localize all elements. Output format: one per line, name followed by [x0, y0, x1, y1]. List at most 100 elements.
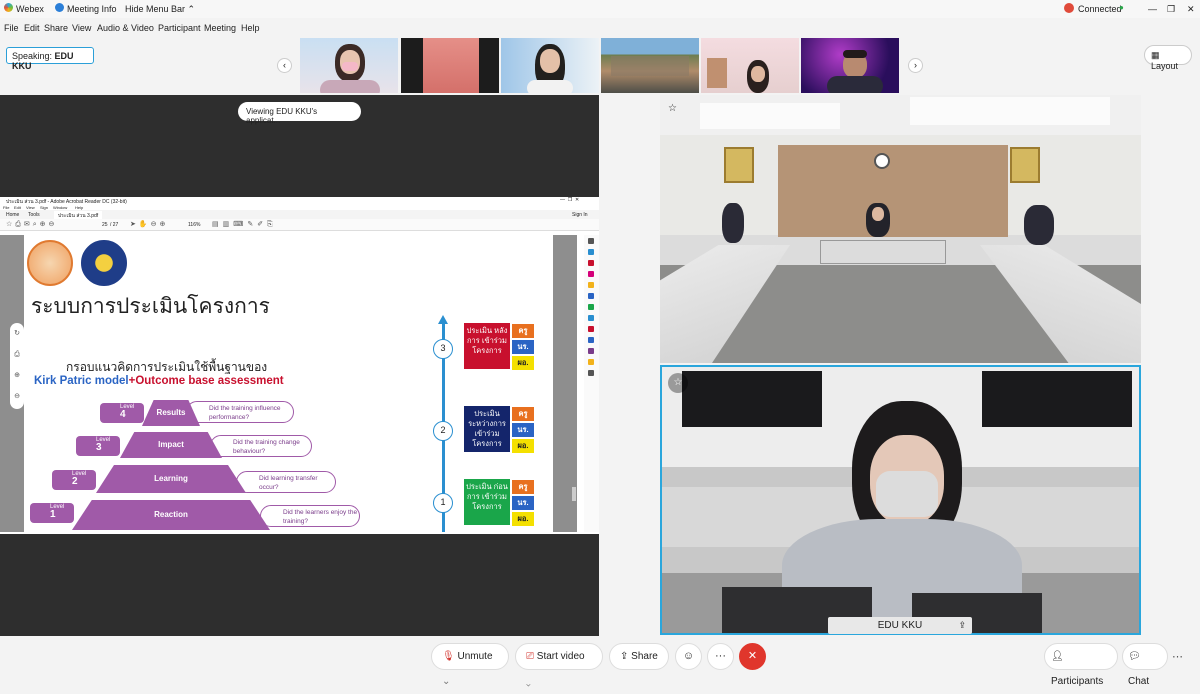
- level-2-badge: Level 2: [52, 470, 96, 490]
- thumbnails-next-button[interactable]: ›: [908, 58, 923, 73]
- minimize-button[interactable]: —: [1148, 4, 1157, 14]
- restore-button[interactable]: ❐: [1167, 4, 1175, 15]
- model-name-red: Outcome base assessment: [135, 375, 284, 387]
- tag-director: ผอ.: [512, 512, 534, 526]
- layout-label: Layout: [1151, 61, 1179, 71]
- video-tile-active-speaker[interactable]: ☆: [660, 365, 1141, 635]
- participant-thumbnail[interactable]: [401, 38, 499, 93]
- participant-thumbnail[interactable]: [701, 38, 799, 93]
- level-3-question: Did the training change behaviour?: [210, 435, 312, 457]
- stage-3-number: 3: [433, 339, 453, 359]
- more-options-button[interactable]: ···: [707, 643, 734, 670]
- timeline-arrow-head-icon: [438, 315, 448, 324]
- level-4-question: Did the training influence performance?: [186, 401, 294, 423]
- share-label: Share: [631, 651, 658, 662]
- menu-participant[interactable]: Participant: [158, 23, 201, 33]
- menu-help[interactable]: Help: [241, 23, 260, 33]
- menu-bar: File Edit Share View Audio & Video Parti…: [0, 19, 300, 37]
- start-video-label: Start video: [536, 651, 585, 662]
- reader-tab-home[interactable]: Home: [6, 212, 19, 218]
- close-window-button[interactable]: ✕: [1187, 4, 1195, 15]
- chevron-down-icon[interactable]: ⌄: [442, 676, 450, 687]
- reactions-button[interactable]: ☺: [675, 643, 702, 670]
- reader-right-tools[interactable]: [584, 235, 599, 532]
- reader-page-count: / 27: [110, 222, 119, 228]
- tag-student: นร.: [512, 340, 534, 354]
- menu-meeting[interactable]: Meeting: [204, 23, 236, 33]
- reader-tool-icons[interactable]: ☆⎙✉⌕⊕⊖: [6, 220, 57, 229]
- viewing-notice: Viewing EDU KKU's applicat...: [238, 102, 361, 125]
- participant-thumbnail[interactable]: [601, 38, 699, 93]
- unmute-button[interactable]: 🎙︎ Unmute ⌄: [431, 643, 509, 687]
- connected-dot-icon: ●: [1119, 3, 1124, 12]
- active-speaker-indicator: Speaking: EDU KKU: [6, 47, 94, 71]
- menu-audio-video[interactable]: Audio & Video: [97, 23, 154, 33]
- reader-floating-tools[interactable]: ↻ ⎙ ⊕ ⊖: [10, 323, 24, 409]
- start-video-button[interactable]: ⎚ Start video ⌄: [515, 643, 603, 687]
- pin-icon[interactable]: ☆: [668, 103, 682, 117]
- thumbnails-prev-button[interactable]: ‹: [277, 58, 292, 73]
- app-name: Webex: [16, 4, 44, 14]
- chat-label: Chat: [1128, 676, 1150, 687]
- window-titlebar: Webex Meeting Info Hide Menu Bar ⌃ Conne…: [0, 0, 1200, 18]
- reader-zoom[interactable]: 116%: [188, 222, 200, 228]
- video-tile-meeting-room[interactable]: ☆: [660, 95, 1141, 363]
- webex-logo-icon: [4, 3, 13, 12]
- participant-thumbnail[interactable]: [300, 38, 398, 93]
- reader-scrollbar[interactable]: [572, 487, 576, 501]
- participant-thumbnail[interactable]: [501, 38, 599, 93]
- layout-button[interactable]: ▦ Layout: [1144, 45, 1192, 71]
- tag-teacher: ครู: [512, 324, 534, 338]
- reader-nav-icons[interactable]: ➤✋⊖⊕: [130, 220, 168, 228]
- stage-1-number: 1: [433, 493, 453, 513]
- hide-menu-bar-button[interactable]: Hide Menu Bar ⌃: [125, 4, 195, 15]
- mic-muted-icon: 🎙︎: [442, 651, 455, 662]
- reader-annot-icons[interactable]: ▤▥⌨✎✐⎘: [212, 220, 277, 229]
- tag-director: ผอ.: [512, 356, 534, 370]
- level-1-badge: Level 1: [30, 503, 74, 523]
- unmute-label: Unmute: [457, 651, 493, 662]
- pdf-slide: ระบบการประเมินโครงการ กรอบแนวคิดการประเม…: [24, 235, 553, 532]
- menu-view[interactable]: View: [72, 23, 91, 33]
- menu-file[interactable]: File: [4, 23, 19, 33]
- stage-1-box: ประเมิน ก่อนการ เข้าร่วม โครงการ: [464, 479, 510, 525]
- tag-director: ผอ.: [512, 439, 534, 453]
- more-panels-icon[interactable]: ⋯: [1172, 650, 1183, 663]
- reader-page-number[interactable]: 25: [102, 222, 108, 228]
- chevron-down-icon[interactable]: ⌄: [526, 676, 531, 687]
- reader-tab-tools[interactable]: Tools: [28, 212, 40, 218]
- participants-label: Participants: [1051, 676, 1104, 687]
- faculty-seal-icon: [81, 240, 127, 286]
- layout-icon: ▦: [1151, 50, 1160, 60]
- video-off-icon: ⎚: [526, 651, 534, 662]
- share-button[interactable]: ⇪ Share: [609, 643, 669, 670]
- smiley-icon: ☺: [682, 650, 695, 662]
- video-name-label: EDU KKU ⇪: [828, 617, 972, 634]
- reader-toolbar: ☆⎙✉⌕⊕⊖ 25 / 27 ➤✋⊖⊕ 116% ▤▥⌨✎✐⎘: [0, 219, 599, 231]
- pyramid-level-2: Learning: [96, 465, 246, 493]
- stage-3-box: ประเมิน หลังการ เข้าร่วม โครงการ: [464, 323, 510, 369]
- reader-tabs: Home Tools ประเมิน ส่วน 3.pdf Sign In: [0, 210, 599, 221]
- level-2-question: Did learning transfer occur?: [236, 471, 336, 493]
- connection-status: Connected: [1078, 4, 1122, 14]
- level-3-badge: Level 3: [76, 436, 120, 456]
- leave-meeting-button[interactable]: ✕: [739, 643, 766, 670]
- meeting-info-button[interactable]: Meeting Info: [67, 4, 117, 14]
- tag-teacher: ครู: [512, 480, 534, 494]
- chat-button[interactable]: 💬︎ Chat: [1122, 643, 1168, 687]
- tag-teacher: ครู: [512, 407, 534, 421]
- pyramid-level-3: Impact: [120, 432, 222, 458]
- close-icon: ✕: [747, 650, 758, 662]
- level-4-badge: Level 4: [100, 403, 144, 423]
- shared-pdf-reader[interactable]: ประเมิน ส่วน 3.pdf - Adobe Acrobat Reade…: [0, 197, 599, 534]
- university-seal-icon: [27, 240, 73, 286]
- reader-signin[interactable]: Sign In: [572, 212, 588, 218]
- participants-button[interactable]: 👤︎ Participants: [1044, 643, 1118, 687]
- stage-2-box: ประเมิน ระหว่างการ เข้าร่วม โครงการ: [464, 406, 510, 452]
- slide-title: ระบบการประเมินโครงการ: [31, 295, 270, 318]
- participant-thumbnail[interactable]: [801, 38, 899, 93]
- menu-share[interactable]: Share: [44, 23, 68, 33]
- menu-edit[interactable]: Edit: [24, 23, 40, 33]
- connection-icon: [1064, 3, 1074, 13]
- pin-icon[interactable]: ☆: [668, 373, 688, 393]
